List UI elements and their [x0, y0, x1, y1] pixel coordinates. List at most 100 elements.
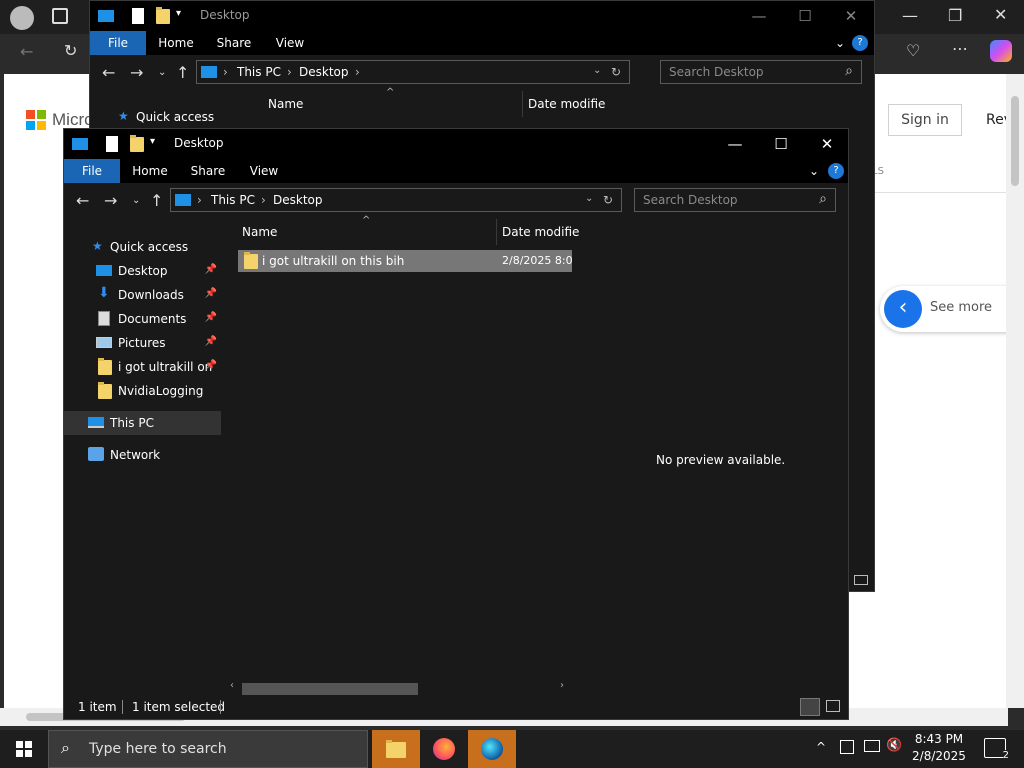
browser-vertical-scrollbar[interactable]: [1006, 74, 1024, 708]
start-button[interactable]: [0, 730, 48, 768]
help-icon[interactable]: ?: [828, 163, 844, 179]
more-menu-icon[interactable]: ⋯: [952, 39, 968, 58]
search-field[interactable]: Search Desktop ⌕: [660, 60, 862, 84]
network-status-icon[interactable]: [864, 740, 880, 752]
breadcrumb-this-pc[interactable]: This PC: [237, 65, 281, 79]
scroll-thumb[interactable]: [1011, 96, 1019, 186]
this-pc-icon: [88, 417, 104, 428]
folder-icon: [98, 382, 112, 399]
file-explorer-icon: [386, 740, 406, 758]
nav-quick-access[interactable]: ★ Quick access: [90, 105, 247, 129]
documents-icon: [98, 311, 110, 326]
breadcrumb-desktop[interactable]: Desktop: [273, 193, 323, 207]
ribbon-expand-icon[interactable]: ⌄: [832, 31, 848, 55]
back-arrow-icon[interactable]: ←: [102, 63, 115, 82]
tab-home[interactable]: Home: [126, 159, 174, 183]
recent-locations-icon[interactable]: ⌄: [158, 67, 166, 78]
tab-file[interactable]: File: [64, 159, 120, 183]
new-folder-icon[interactable]: [130, 135, 144, 152]
address-dropdown-icon[interactable]: ⌄: [585, 193, 593, 204]
tab-view[interactable]: View: [242, 159, 286, 183]
back-arrow-icon[interactable]: ←: [76, 191, 89, 210]
notifications-button[interactable]: 2: [984, 738, 1009, 761]
horizontal-scrollbar[interactable]: ‹ ›: [226, 679, 570, 696]
close-button[interactable]: ✕: [804, 129, 850, 159]
address-bar[interactable]: › This PC › Desktop › ⌄ ↻: [196, 60, 630, 84]
up-arrow-icon[interactable]: ↑: [150, 191, 163, 210]
clock-time[interactable]: 8:43 PM: [908, 732, 970, 746]
minimize-button[interactable]: —: [736, 1, 782, 31]
health-icon[interactable]: ♡: [906, 41, 920, 60]
forward-arrow-icon[interactable]: →: [104, 191, 117, 210]
nav-ultrakill-folder[interactable]: i got ultrakill on 📌: [64, 355, 221, 379]
chevron-down-icon[interactable]: ▾: [176, 8, 181, 24]
file-row[interactable]: i got ultrakill on this bih 2/8/2025 8:0…: [238, 250, 572, 272]
address-bar[interactable]: › This PC › Desktop ⌄ ↻: [170, 188, 622, 212]
browser-back-icon[interactable]: ←: [20, 42, 33, 61]
scroll-right-icon[interactable]: ›: [560, 680, 564, 691]
recent-locations-icon[interactable]: ⌄: [132, 195, 140, 206]
chevron-down-icon[interactable]: ▾: [150, 136, 155, 152]
search-field[interactable]: Search Desktop ⌕: [634, 188, 836, 212]
maximize-button[interactable]: ☐: [758, 129, 804, 159]
tab-view[interactable]: View: [268, 31, 312, 55]
tab-home[interactable]: Home: [152, 31, 200, 55]
nav-this-pc[interactable]: This PC: [64, 411, 221, 435]
ribbon-expand-icon[interactable]: ⌄: [806, 159, 822, 183]
help-icon[interactable]: ?: [852, 35, 868, 51]
taskbar-edge[interactable]: [468, 730, 516, 768]
sign-in-button[interactable]: Sign in: [888, 104, 962, 136]
address-dropdown-icon[interactable]: ⌄: [593, 65, 601, 76]
show-hidden-icons-icon[interactable]: ^: [816, 740, 826, 754]
preview-pane-icon[interactable]: [826, 700, 840, 712]
breadcrumb-this-pc[interactable]: This PC: [211, 193, 255, 207]
taskbar-file-explorer[interactable]: [372, 730, 420, 768]
copilot-icon[interactable]: [990, 40, 1012, 62]
refresh-icon[interactable]: ↻: [611, 65, 621, 79]
breadcrumb-separator: ›: [261, 193, 266, 207]
tab-share[interactable]: Share: [184, 159, 232, 183]
pin-icon: 📌: [204, 336, 217, 347]
tab-file[interactable]: File: [90, 31, 146, 55]
properties-icon[interactable]: [106, 136, 118, 152]
tab-share[interactable]: Share: [210, 31, 258, 55]
column-header-name[interactable]: Name: [268, 97, 303, 127]
preview-pane-icon[interactable]: [854, 575, 868, 585]
nav-downloads[interactable]: ⬇ Downloads 📌: [64, 283, 221, 307]
tab-actions-icon[interactable]: [52, 8, 68, 24]
browser-restore-icon[interactable]: ❐: [948, 6, 962, 25]
column-header-date[interactable]: Date modifie: [528, 97, 605, 127]
properties-icon[interactable]: [132, 8, 144, 24]
network-icon: [88, 447, 104, 461]
refresh-icon[interactable]: ↻: [603, 193, 613, 207]
browser-refresh-icon[interactable]: ↻: [64, 41, 77, 60]
new-folder-icon[interactable]: [156, 7, 170, 24]
nav-desktop[interactable]: Desktop 📌: [64, 259, 221, 283]
taskbar-search-box[interactable]: ⌕ Type here to search: [48, 730, 368, 768]
scroll-left-icon[interactable]: ‹: [230, 680, 234, 691]
close-button[interactable]: ✕: [828, 1, 874, 31]
clock-date[interactable]: 2/8/2025: [908, 749, 970, 763]
browser-minimize-icon[interactable]: —: [902, 6, 918, 25]
search-icon: ⌕: [845, 63, 853, 79]
forward-arrow-icon[interactable]: →: [130, 63, 143, 82]
see-more-button[interactable]: ‹ See more: [880, 286, 1010, 332]
selected-count: 1 item selected: [132, 700, 226, 714]
maximize-button[interactable]: ☐: [782, 1, 828, 31]
this-pc-icon: [98, 10, 114, 22]
minimize-button[interactable]: —: [712, 129, 758, 159]
nav-nvidialogging[interactable]: NvidiaLogging: [64, 379, 221, 403]
browser-close-icon[interactable]: ✕: [994, 5, 1007, 24]
profile-icon[interactable]: [10, 6, 34, 30]
details-view-icon[interactable]: [800, 698, 820, 716]
nav-pictures[interactable]: Pictures 📌: [64, 331, 221, 355]
taskbar-firefox[interactable]: [420, 730, 468, 768]
nav-network[interactable]: Network: [64, 443, 221, 467]
nav-documents-label: Documents: [118, 312, 187, 326]
security-icon[interactable]: [840, 740, 854, 754]
nav-documents[interactable]: Documents 📌: [64, 307, 221, 331]
breadcrumb-desktop[interactable]: Desktop: [299, 65, 349, 79]
up-arrow-icon[interactable]: ↑: [176, 63, 189, 82]
nav-quick-access[interactable]: ★ Quick access: [64, 235, 221, 259]
volume-muted-icon[interactable]: 🔇: [886, 738, 902, 753]
